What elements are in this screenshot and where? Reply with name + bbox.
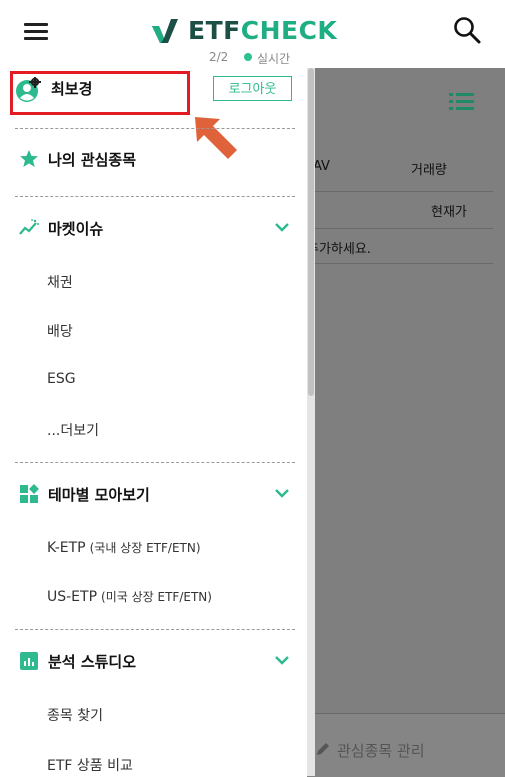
menu-analysis-studio-label: 분석 스튜디오 <box>48 653 137 671</box>
app-logo[interactable]: ETFCHECK <box>150 14 337 46</box>
menu-item-esg[interactable]: ESG <box>47 371 76 387</box>
chart-icon <box>20 652 38 670</box>
menu-analysis-studio[interactable]: 분석 스튜디오 <box>15 647 295 677</box>
app-header: ETFCHECK 2/2 실시간 <box>0 0 505 68</box>
menu-themes[interactable]: 테마별 모아보기 <box>15 480 295 510</box>
highlight-box <box>10 71 190 115</box>
drawer-scrollbar-thumb[interactable] <box>308 68 314 396</box>
menu-market-issues[interactable]: 마켓이슈 <box>15 214 295 244</box>
column-header-nav: AV <box>313 159 330 174</box>
dashboard-icon <box>20 484 39 503</box>
menu-themes-label: 테마별 모아보기 <box>48 486 150 504</box>
divider <box>15 462 295 463</box>
live-status-label: 실시간 <box>257 52 291 66</box>
star-icon <box>20 150 38 167</box>
menu-market-issues-label: 마켓이슈 <box>48 220 104 238</box>
menu-item-dividend[interactable]: 배당 <box>47 321 73 341</box>
divider <box>15 629 295 630</box>
pencil-icon <box>317 743 329 755</box>
menu-favorites[interactable]: 나의 관심종목 <box>15 145 295 175</box>
chevron-down-icon[interactable] <box>274 488 290 498</box>
menu-item-us-etp-note: (미국 상장 ETF/ETN) <box>101 590 212 604</box>
menu-item-k-etp-label: K-ETP <box>47 540 86 556</box>
live-status-dot <box>244 53 252 61</box>
page-indicator: 2/2 <box>209 50 229 64</box>
manage-favorites-label: 관심종목 관리 <box>337 742 425 760</box>
logout-button[interactable]: 로그아웃 <box>213 76 292 101</box>
side-drawer: 최보경 로그아웃 나의 관심종목 마켓이슈 채권 배당 ESG ...더보기 테… <box>0 68 307 776</box>
divider <box>307 191 493 192</box>
divider <box>15 196 295 197</box>
column-header-volume: 거래량 <box>411 163 447 178</box>
column-header-price: 현재가 <box>431 205 467 220</box>
menu-icon[interactable] <box>24 19 50 41</box>
chevron-down-icon[interactable] <box>274 655 290 665</box>
menu-item-find-stock[interactable]: 종목 찾기 <box>47 705 103 725</box>
menu-item-bonds[interactable]: 채권 <box>47 272 73 292</box>
empty-message: 추가하세요. <box>307 242 371 257</box>
menu-item-us-etp[interactable]: US-ETP (미국 상장 ETF/ETN) <box>47 588 212 605</box>
background-overlay[interactable]: AV 거래량 현재가 추가하세요. 관심종목 관리 <box>307 68 505 777</box>
logo-icon <box>152 19 178 43</box>
manage-favorites-bar[interactable]: 관심종목 관리 <box>307 713 505 777</box>
menu-item-k-etp-note: (국내 상장 ETF/ETN) <box>89 541 201 555</box>
divider <box>15 128 295 129</box>
menu-item-k-etp[interactable]: K-ETP (국내 상장 ETF/ETN) <box>47 539 201 556</box>
trend-icon <box>19 219 39 235</box>
logo-text-check: CHECK <box>240 15 338 45</box>
menu-item-more[interactable]: ...더보기 <box>47 420 99 440</box>
divider <box>307 263 493 264</box>
chevron-down-icon[interactable] <box>274 222 290 232</box>
list-icon <box>449 92 475 112</box>
logo-text-etf: ETF <box>188 15 241 45</box>
divider <box>307 228 493 229</box>
menu-item-etf-compare[interactable]: ETF 상품 비교 <box>47 755 133 775</box>
search-icon[interactable] <box>452 15 482 45</box>
menu-favorites-label: 나의 관심종목 <box>48 151 137 169</box>
menu-item-us-etp-label: US-ETP <box>47 589 98 605</box>
